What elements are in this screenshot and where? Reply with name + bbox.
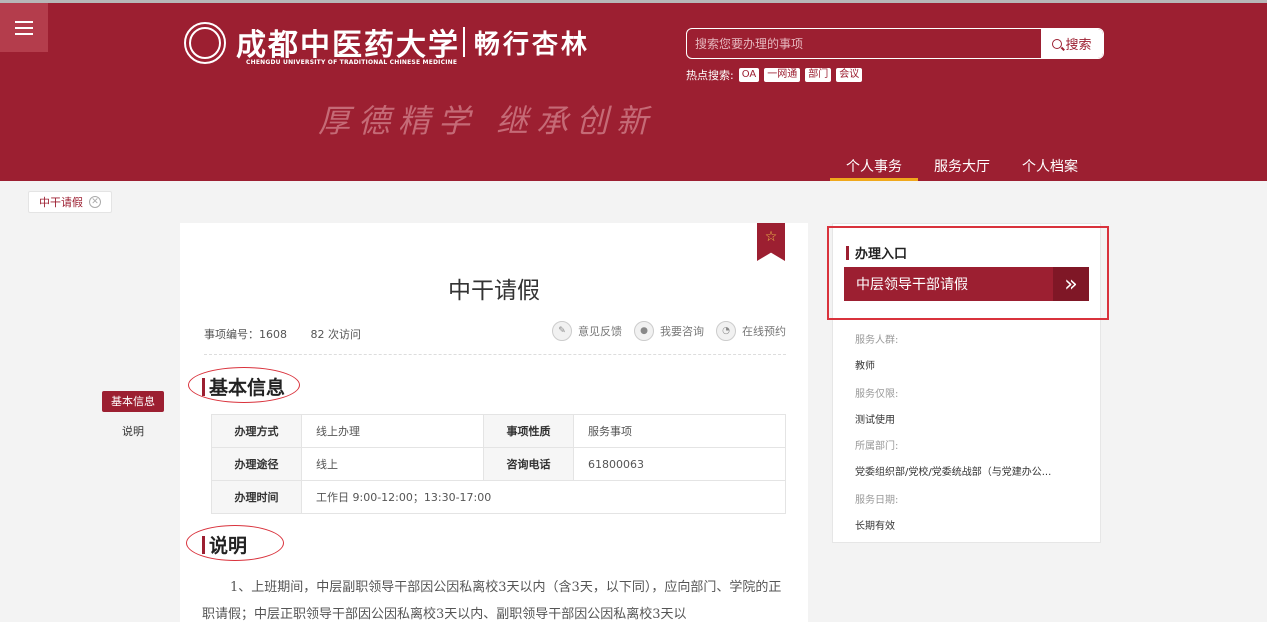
university-name: 成都中医药大学 [236, 28, 460, 63]
visit-count: 82 次访问 [310, 328, 362, 341]
table-value: 线上办理 [300, 414, 485, 448]
tab-leave[interactable]: 中干请假 ✕ [28, 191, 112, 213]
apply-button[interactable]: 中层领导干部请假 » [844, 267, 1089, 301]
table-value: 服务事项 [573, 414, 786, 448]
field-label: 所属部门: [855, 441, 899, 452]
hot-search: 热点搜索: OA 一网通 部门 会议 [686, 67, 863, 83]
close-icon[interactable]: ✕ [89, 196, 101, 208]
logo-divider [463, 27, 465, 57]
nav-personal-affairs[interactable]: 个人事务 [830, 157, 918, 181]
table-key: 事项性质 [483, 414, 575, 448]
description-text: 1、上班期间，中层副职领导干部因公因私离校3天以内（含3天，以下同），应向部门、… [202, 580, 782, 622]
section-basic-info: 基本信息 [202, 373, 285, 400]
tab-bar: 中干请假 ✕ [0, 181, 1267, 223]
field-label: 服务仅限: [855, 389, 899, 400]
search-icon [1052, 38, 1063, 49]
sidenav-basic-info[interactable]: 基本信息 [102, 391, 164, 412]
menu-button[interactable] [0, 3, 48, 52]
field-value: 党委组织部/党校/党委统战部（与党建办公... [855, 467, 1052, 478]
item-number: 事项编号：1608 [204, 328, 287, 341]
field-value: 长期有效 [855, 521, 895, 532]
hamburger-icon [15, 26, 33, 29]
field-service-date: 服务日期: 长期有效 [855, 491, 898, 532]
table-key: 咨询电话 [483, 447, 575, 481]
field-scope: 服务仅限: 测试使用 [855, 385, 898, 426]
table-row: 办理时间 工作日 9:00-12:00；13:30-17:00 [211, 480, 786, 514]
clock-icon: ◔ [716, 321, 736, 341]
university-seal-logo [184, 22, 226, 64]
tab-label: 中干请假 [39, 196, 83, 209]
nav-personal-archive[interactable]: 个人档案 [1006, 157, 1094, 181]
entry-title: 办理入口 [846, 243, 907, 262]
appointment-label: 在线预约 [742, 325, 786, 338]
favorite-star-icon[interactable]: ☆ [757, 223, 785, 261]
search-box: 搜索 [686, 28, 1104, 59]
field-value: 测试使用 [855, 415, 895, 426]
motto-calligraphy: 厚德精学 继承创新 [318, 102, 657, 140]
field-value: 教师 [855, 361, 875, 372]
table-key: 办理途径 [211, 447, 302, 481]
table-value: 线上 [300, 447, 485, 481]
search-button[interactable]: 搜索 [1041, 29, 1103, 58]
search-button-label: 搜索 [1065, 38, 1092, 53]
consult-action[interactable]: ● 我要咨询 [634, 321, 704, 341]
hot-tag-bumen[interactable]: 部门 [805, 68, 832, 82]
university-name-en: CHENGDU UNIVERSITY OF TRADITIONAL CHINES… [246, 59, 458, 66]
table-key: 办理方式 [211, 414, 302, 448]
top-line [0, 0, 1267, 3]
table-value: 61800063 [573, 447, 786, 481]
action-links: ✎ 意见反馈 ● 我要咨询 ◔ 在线预约 [552, 321, 786, 341]
page-title: 中干请假 [448, 278, 540, 304]
field-audience: 服务人群: 教师 [855, 331, 898, 372]
hot-search-label: 热点搜索: [686, 69, 734, 82]
system-name: 畅行杏林 [474, 30, 591, 60]
field-label: 服务日期: [855, 495, 899, 506]
field-label: 服务人群: [855, 335, 899, 346]
feedback-action[interactable]: ✎ 意见反馈 [552, 321, 622, 341]
main-nav: 个人事务 服务大厅 个人档案 [830, 157, 1094, 181]
chat-icon: ● [634, 321, 654, 341]
table-key: 办理时间 [211, 480, 302, 514]
field-department: 所属部门: 党委组织部/党校/党委统战部（与党建办公... [855, 437, 1051, 478]
table-row: 办理途径 线上 咨询电话 61800063 [211, 447, 786, 481]
sidenav-description[interactable]: 说明 [102, 421, 164, 442]
search-input[interactable] [687, 29, 1041, 58]
item-meta: 事项编号：1608 82 次访问 [204, 326, 381, 342]
main-card: ☆ 中干请假 事项编号：1608 82 次访问 ✎ 意见反馈 ● 我要咨询 ◔ 在线预… [180, 223, 808, 622]
header: 成都中医药大学 CHENGDU UNIVERSITY OF TRADITIONA… [0, 0, 1267, 181]
pencil-icon: ✎ [552, 321, 572, 341]
hot-tag-yiwangtong[interactable]: 一网通 [764, 68, 801, 82]
table-value: 工作日 9:00-12:00；13:30-17:00 [301, 480, 786, 514]
section-description: 说明 [202, 531, 247, 558]
feedback-label: 意见反馈 [578, 325, 622, 338]
double-chevron-right-icon: » [1053, 267, 1089, 301]
divider [204, 354, 786, 355]
appointment-action[interactable]: ◔ 在线预约 [716, 321, 786, 341]
hot-tag-huiyi[interactable]: 会议 [836, 68, 863, 82]
nav-service-hall[interactable]: 服务大厅 [918, 157, 1006, 181]
apply-button-label: 中层领导干部请假 [856, 277, 968, 293]
hot-tag-oa[interactable]: OA [738, 68, 760, 82]
table-row: 办理方式 线上办理 事项性质 服务事项 [211, 414, 786, 448]
info-table: 办理方式 线上办理 事项性质 服务事项 办理途径 线上 咨询电话 6180006… [211, 414, 786, 514]
consult-label: 我要咨询 [660, 325, 704, 338]
